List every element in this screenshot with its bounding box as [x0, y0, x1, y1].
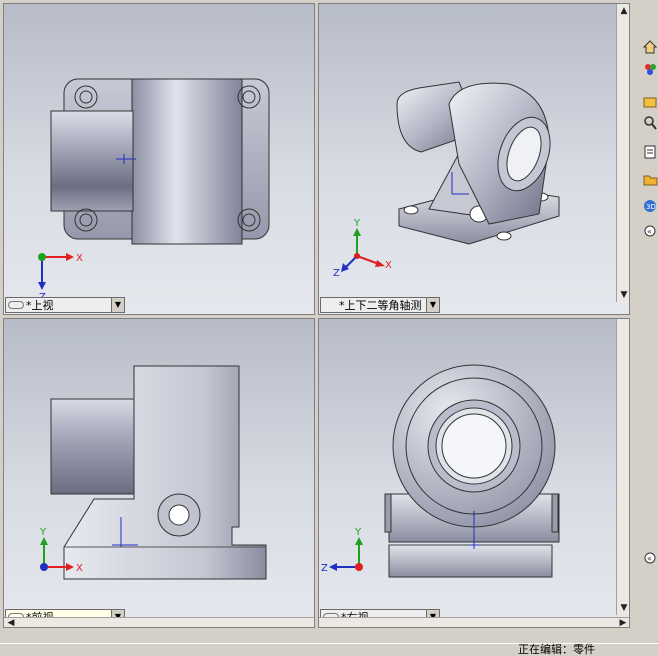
viewport-top[interactable]: X Z *上视 ▼ [3, 3, 315, 315]
status-bar: 正在编辑：零件 [0, 643, 658, 656]
right-y-label: Y [354, 527, 362, 538]
top-view-model: X Z [38, 78, 270, 303]
chevron-down-icon[interactable]: ▼ [426, 298, 439, 312]
viewport-right[interactable]: Y Z *右视 ▼ ▼ ▶ [318, 318, 630, 628]
top-x-label: X [76, 253, 83, 264]
chevron-down-icon[interactable]: ▼ [111, 298, 124, 312]
3d-icon[interactable]: 3D [643, 197, 658, 215]
palette-icon[interactable] [643, 60, 658, 78]
top-view-triad [38, 253, 74, 290]
svg-text:«: « [647, 227, 652, 236]
right-z-label: Z [321, 563, 328, 574]
iso-view-selector[interactable]: *上下二等角轴测 ▼ [320, 297, 440, 313]
front-view-model: Y X [39, 365, 267, 580]
scroll-down-icon[interactable]: ▼ [618, 602, 629, 614]
viewport-front[interactable]: Y X *前视 ▼ ◀ [3, 318, 315, 628]
status-text: 正在编辑：零件 [518, 643, 595, 656]
front-x-label: X [76, 563, 83, 574]
link-icon [8, 301, 24, 309]
iso-z-label: Z [333, 268, 340, 279]
right-view-model: Y Z [321, 364, 560, 578]
scroll-right-icon[interactable]: ▶ [617, 618, 629, 627]
front-y-label: Y [39, 527, 47, 538]
folder-search-icon[interactable] [643, 92, 658, 110]
right-vertical-scrollbar[interactable]: ▼ [616, 319, 629, 615]
home-icon[interactable] [642, 38, 658, 56]
collapse-icon[interactable]: « [643, 549, 658, 567]
folder-icon[interactable] [643, 170, 658, 188]
scroll-down-icon[interactable]: ▼ [618, 289, 629, 301]
scroll-up-icon[interactable]: ▲ [618, 5, 629, 17]
list-icon[interactable] [643, 143, 658, 161]
right-view-triad [329, 537, 363, 571]
collapse-icon[interactable]: « [643, 222, 658, 240]
top-view-selector[interactable]: *上视 ▼ [5, 297, 125, 313]
iso-x-label: X [385, 260, 392, 271]
iso-view-triad [341, 228, 385, 272]
top-view-label: *上视 [26, 299, 54, 312]
iso-view-label: *上下二等角轴测 [339, 299, 422, 312]
svg-text:3D: 3D [646, 203, 656, 211]
front-horizontal-scrollbar[interactable]: ◀ [4, 617, 314, 627]
viewport-isometric[interactable]: Y X Z *上下二等角轴测 ▼ ▲ ▼ [318, 3, 630, 315]
iso-y-label: Y [353, 218, 361, 229]
iso-view-model: Y X Z [333, 81, 560, 279]
scroll-left-icon[interactable]: ◀ [5, 618, 17, 627]
svg-text:«: « [647, 554, 652, 563]
search-icon[interactable] [643, 114, 658, 132]
right-horizontal-scrollbar[interactable]: ▶ [319, 617, 629, 627]
iso-vertical-scrollbar[interactable]: ▲ ▼ [616, 4, 629, 302]
